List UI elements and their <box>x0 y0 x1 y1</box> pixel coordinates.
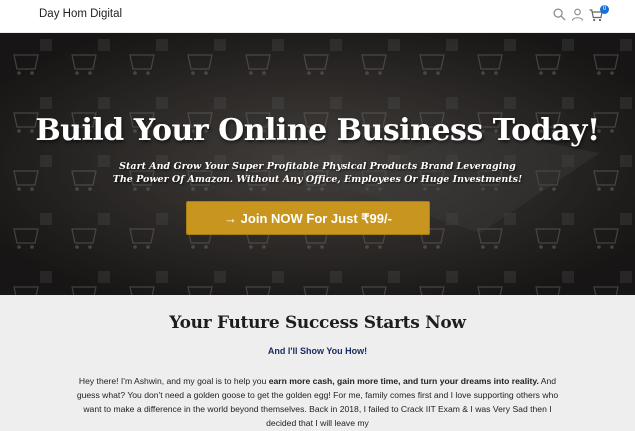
search-icon[interactable] <box>553 8 567 22</box>
cart-count-badge: 0 <box>600 5 609 14</box>
hero-subtitle: Start And Grow Your Super Profitable Phy… <box>112 161 523 185</box>
section-subtitle: And I'll Show You How! <box>267 346 368 356</box>
hero-banner: Build Your Online Business Today! Start … <box>0 33 635 295</box>
intro-paragraph: Hey there! I'm Ashwin, and my goal is to… <box>74 374 561 430</box>
section-title: Your Future Success Starts Now <box>169 313 466 333</box>
intro-section: Your Future Success Starts Now And I'll … <box>0 295 635 431</box>
hero-title: Build Your Online Business Today! <box>35 113 600 148</box>
user-icon[interactable] <box>571 8 585 22</box>
brand-logo[interactable]: Day Hom Digital <box>39 8 122 20</box>
intro-text-bold: earn more cash, gain more time, and turn… <box>268 376 539 386</box>
site-header: Day Hom Digital 0 <box>0 0 635 33</box>
join-now-button[interactable]: → Join NOW For Just ₹99/- <box>186 201 430 235</box>
intro-text-part-1: Hey there! I'm Ashwin, and my goal is to… <box>78 376 269 386</box>
cart-icon[interactable]: 0 <box>589 5 609 22</box>
